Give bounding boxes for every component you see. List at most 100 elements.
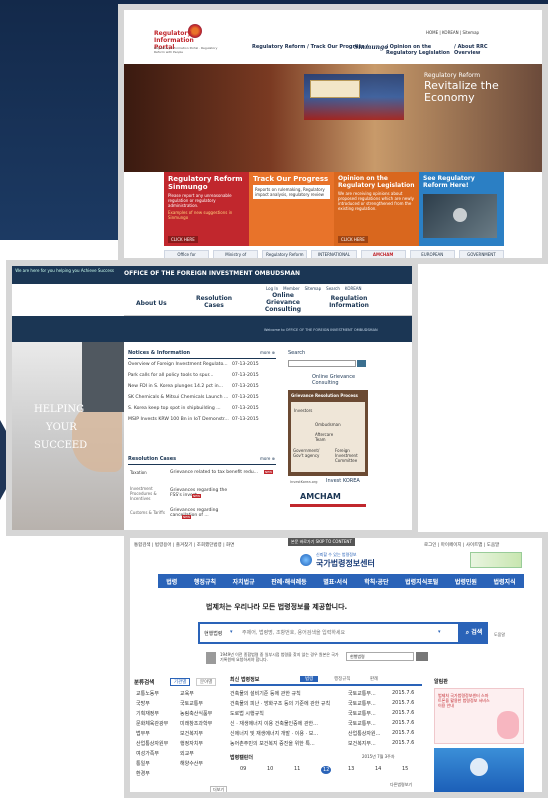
case-item[interactable]: Grievances regarding the FSS's invest... xyxy=(170,488,240,498)
search-input[interactable] xyxy=(242,627,412,639)
case-item[interactable]: Grievance related to tax benefit redu... xyxy=(170,470,258,475)
law-name[interactable]: 신 · 재생에너지 이용 건축물인증에 관한... xyxy=(230,720,318,727)
tile-extra[interactable]: Examples of new suggestions in Sinmungo xyxy=(168,210,245,220)
help-link[interactable]: 도움말 xyxy=(494,632,505,638)
calendar-day[interactable]: 10 xyxy=(267,766,273,772)
nav-about-us[interactable]: About Us xyxy=(136,300,167,307)
click-here-button[interactable]: CLICK HERE xyxy=(168,236,198,243)
notices-more-link[interactable]: more ⊕ xyxy=(260,350,275,355)
online-grievance-link[interactable]: Online Grievance Consulting xyxy=(312,374,364,386)
calendar-day[interactable]: 11 xyxy=(294,766,300,772)
partner-logo[interactable]: AMCHAM xyxy=(360,250,406,258)
top-utility-right[interactable]: 로그인 | 마이페이지 | 사이트맵 | 도움말 xyxy=(424,542,499,548)
menu-item[interactable]: 판례·해석례등 xyxy=(271,577,306,586)
calendar-day[interactable]: 13 xyxy=(348,766,354,772)
notice-item[interactable]: Park calls for all policy tools to spur.… xyxy=(128,373,259,378)
menu-item[interactable]: 학칙·공단 xyxy=(364,577,388,586)
play-icon[interactable] xyxy=(453,208,467,222)
amcham-link[interactable]: AMCHAM xyxy=(300,492,341,501)
agency-link[interactable]: 국방부 xyxy=(136,700,150,707)
panel-tab-field[interactable]: 분야별 xyxy=(196,678,217,686)
search-input[interactable] xyxy=(288,360,356,367)
search-button[interactable]: ⌕ 검색 xyxy=(460,622,488,644)
agency-link[interactable]: 교육부 xyxy=(180,690,194,697)
investkorea-org-link[interactable]: InvestKorea.org xyxy=(290,480,317,484)
law-name[interactable]: 농어촌주민의 보건복지 증진을 위한 특... xyxy=(230,740,315,747)
partner-logo[interactable]: GOVERNMENT xyxy=(458,250,504,258)
play-icon[interactable] xyxy=(470,758,488,776)
agency-link[interactable]: 문화체육관광부 xyxy=(136,720,168,727)
click-here-button[interactable]: CLICK HERE xyxy=(338,236,368,243)
agency-link[interactable]: 외교부 xyxy=(180,750,194,757)
agency-link[interactable]: 여성가족부 xyxy=(136,750,159,757)
search-button[interactable] xyxy=(357,360,366,367)
agency-link[interactable]: 환경부 xyxy=(136,770,150,777)
office-title[interactable]: OFFICE OF THE FOREIGN INVESTMENT OMBUDSM… xyxy=(124,270,300,277)
tab-latest[interactable]: 최신 법령정보 xyxy=(230,676,259,683)
side-banner[interactable]: 법제처 국가법령정보센터 스마트폰을 활용한 법령정보 서비스 이용 안내 xyxy=(434,688,524,744)
notice-item[interactable]: New FDI in S. Korea plunges 14.2 pct in.… xyxy=(128,384,259,389)
nav-opinion[interactable]: / Opinion on the Regulatory Legislation xyxy=(386,44,456,56)
more-button[interactable]: 더보기 xyxy=(210,786,228,792)
partner-logo[interactable]: Regulatory Reform xyxy=(262,250,308,258)
menu-item[interactable]: 법령민원 xyxy=(455,577,477,586)
law-name[interactable]: 건축물의 피난 · 방화구조 등의 기준에 관한 규칙 xyxy=(230,700,330,707)
agency-link[interactable]: 미래창조과학부 xyxy=(180,720,212,727)
nav-sinmungo[interactable]: Sinmungo xyxy=(354,44,388,51)
partner-logo[interactable]: INTERNATIONAL CHAMBER OF COMMERCE xyxy=(311,250,357,258)
agency-link[interactable]: 법무부 xyxy=(136,730,150,737)
law-name[interactable]: 신에너지 및 재생에너지 개발 · 이용 · 보... xyxy=(230,730,318,737)
partner-logo[interactable]: Office for Government Policy Coordinatio… xyxy=(164,250,210,258)
sitemap-link[interactable]: Sitemap xyxy=(305,286,322,291)
menu-item[interactable]: 자치법규 xyxy=(233,577,255,586)
notice-item[interactable]: Overview of Foreign Investment Regulato.… xyxy=(128,362,259,367)
nav-resolution-cases[interactable]: Resolution Cases xyxy=(194,295,234,309)
notice-item[interactable]: S. Korea keep top spot in shipbuilding .… xyxy=(128,406,259,411)
tile-track-progress[interactable]: Track Our Progress Reports on rulemaking… xyxy=(249,172,334,246)
scope-select[interactable]: 현행법령 xyxy=(204,630,222,637)
agency-link[interactable]: 산업통상자원부 xyxy=(136,740,168,747)
category-investment[interactable]: Investment Procedures & Incentives xyxy=(130,486,166,501)
utility-links[interactable]: HOME | KOREAN | Sitemap xyxy=(426,30,479,35)
calendar-day[interactable]: 14 xyxy=(375,766,381,772)
search-link[interactable]: Search xyxy=(326,286,340,291)
category-taxation[interactable]: Taxation xyxy=(130,470,147,475)
menu-item[interactable]: 행정규칙 xyxy=(194,577,216,586)
invest-korea-link[interactable]: Invest KOREA xyxy=(326,478,360,484)
tile-sinmungo[interactable]: Regulatory Reform Sinmungo Please report… xyxy=(164,172,249,246)
notice-item[interactable]: MSIP Invests KRW 100 Bn in IoT Demonstr.… xyxy=(128,417,259,422)
agency-link[interactable]: 보건복지부 xyxy=(180,730,203,737)
agency-link[interactable]: 해양수산부 xyxy=(180,760,203,767)
tile-see-reform[interactable]: See Regulatory Reform Here! xyxy=(419,172,504,246)
site-logo[interactable]: 국가법령정보센터 xyxy=(316,558,375,569)
partner-logo[interactable]: Ministry of Government Legislation xyxy=(213,250,259,258)
partner-logo[interactable]: EUROPEAN CHAMBER xyxy=(409,250,455,258)
case-item[interactable]: Grievances regarding cancellation of ... xyxy=(170,508,240,518)
skip-to-content[interactable]: 본문 바로가기 SKIP TO CONTENT xyxy=(288,538,355,546)
calendar-day[interactable]: 12 xyxy=(321,766,332,774)
member-link[interactable]: Member xyxy=(283,286,299,291)
agency-link[interactable]: 교통노동부 xyxy=(136,690,159,697)
top-utility-left[interactable]: 통합검색 | 법령용어 | 즐겨찾기 | 조회했던법령 | 화면 xyxy=(134,542,234,548)
agency-link[interactable]: 행정자치부 xyxy=(180,740,203,747)
tab-admin-rule[interactable]: 행정규칙 xyxy=(334,676,351,682)
nav-regulatory-reform[interactable]: Regulatory Reform / Track Our Progress / xyxy=(252,44,368,50)
tile-opinion[interactable]: Opinion on the Regulatory Legislation We… xyxy=(334,172,419,246)
agency-link[interactable]: 농림축산식품부 xyxy=(180,710,212,717)
filter-search-button[interactable] xyxy=(416,652,428,661)
agency-link[interactable]: 국토교통부 xyxy=(180,700,203,707)
resolution-more-link[interactable]: more ⊕ xyxy=(260,456,275,461)
menu-item[interactable]: 법령지식 xyxy=(494,577,516,586)
menu-item[interactable]: 법령지식포털 xyxy=(405,577,438,586)
event-banner[interactable] xyxy=(470,552,522,568)
law-name[interactable]: 건축물의 설비기준 등에 관한 규칙 xyxy=(230,690,301,697)
other-laws-link[interactable]: 다른법령보기 xyxy=(390,782,412,788)
notice-item[interactable]: SK Chemicals & Mitsui Chemicals Launch .… xyxy=(128,395,259,400)
filter-select[interactable]: 현행법령 xyxy=(346,652,414,661)
agency-link[interactable]: 통일부 xyxy=(136,760,150,767)
menu-item[interactable]: 법령 xyxy=(166,577,177,586)
nav-regulation-info[interactable]: Regulation Information xyxy=(324,295,374,309)
calendar-day[interactable]: 15 xyxy=(402,766,408,772)
korean-link[interactable]: KOREAN xyxy=(345,286,362,291)
law-name[interactable]: 도로법 시행규칙 xyxy=(230,710,264,717)
